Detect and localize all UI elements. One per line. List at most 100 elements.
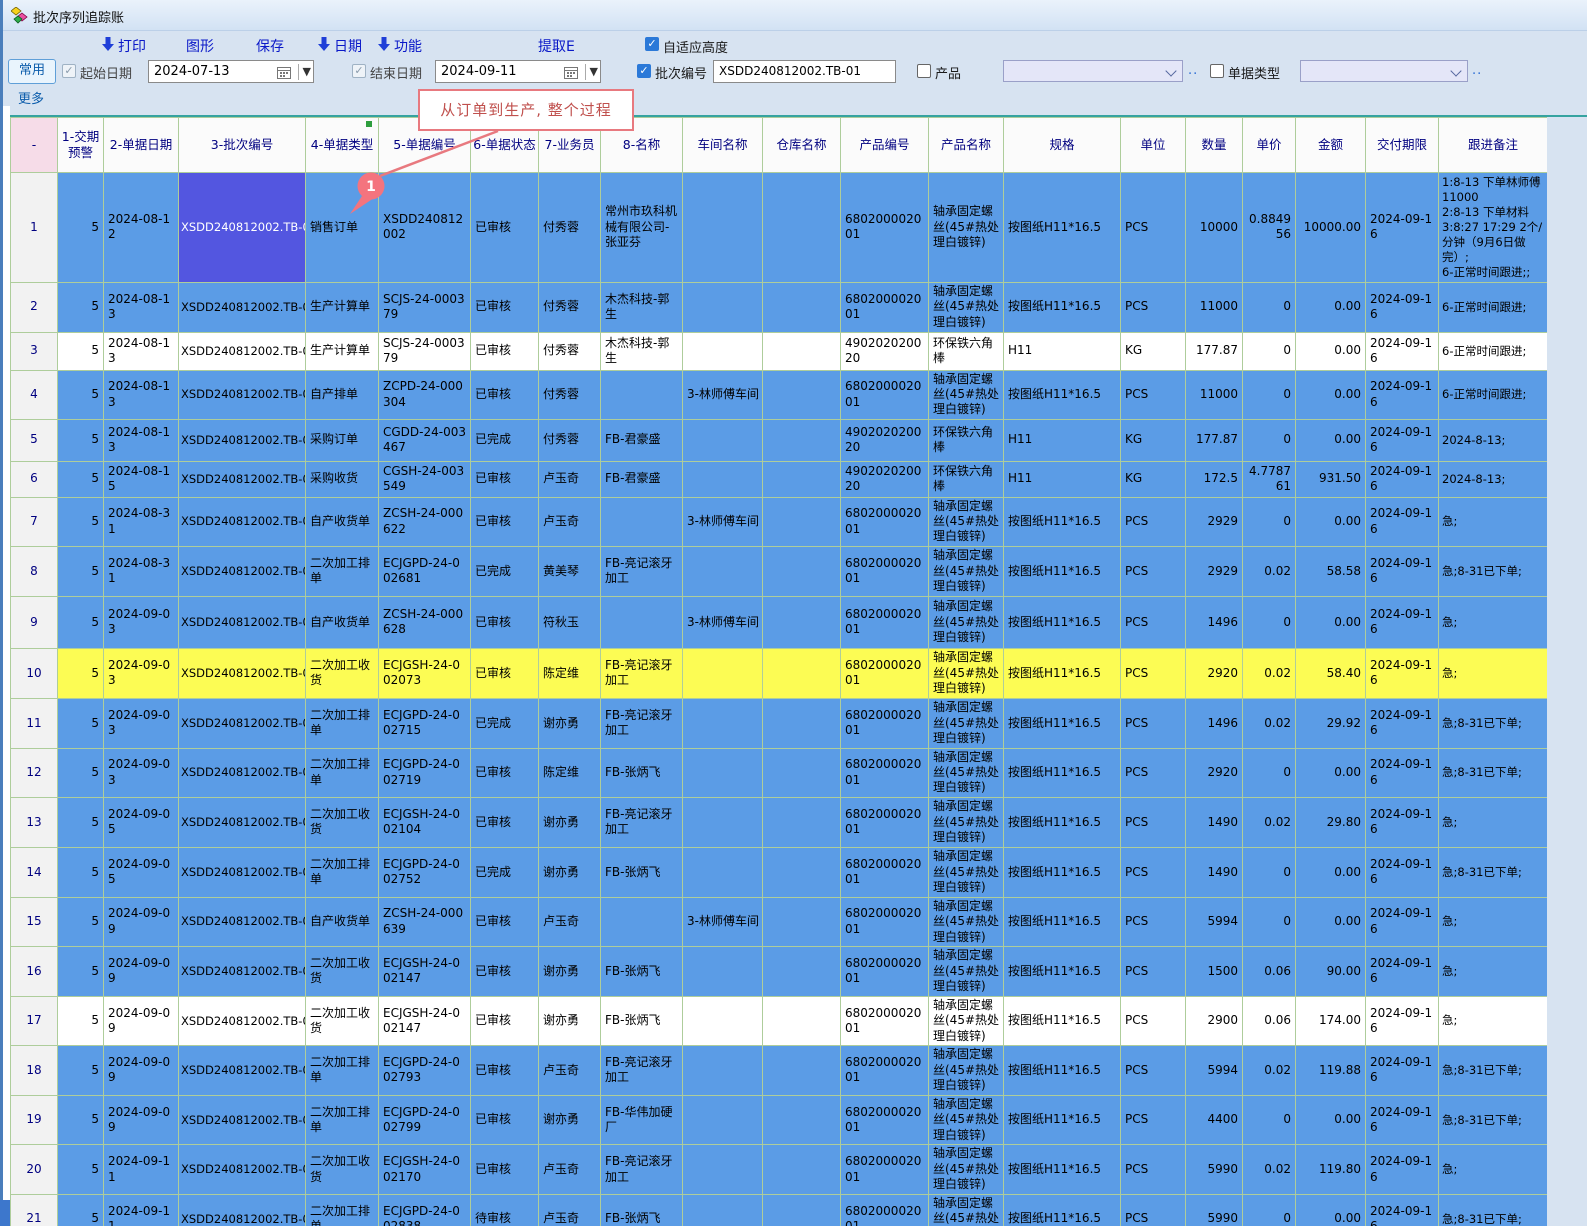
- cell[interactable]: CGSH-24-003549: [379, 461, 471, 497]
- cell[interactable]: [683, 282, 763, 332]
- cell[interactable]: [683, 748, 763, 797]
- cell[interactable]: 2024-09-16: [1366, 282, 1439, 332]
- cell[interactable]: 按图纸H11*16.5: [1004, 1195, 1121, 1226]
- cell[interactable]: XSDD240812002.TB-01: [179, 370, 306, 419]
- doctype-checkbox[interactable]: [1210, 64, 1224, 78]
- cell[interactable]: PCS: [1121, 1145, 1186, 1195]
- cell[interactable]: ECJGPD-24-002799: [379, 1095, 471, 1144]
- cell[interactable]: 按图纸H11*16.5: [1004, 1095, 1121, 1144]
- cell[interactable]: 谢亦勇: [539, 946, 601, 996]
- cell[interactable]: [763, 698, 841, 748]
- cell[interactable]: 2024-08-13: [104, 282, 179, 332]
- cell[interactable]: 0.00: [1296, 596, 1366, 648]
- cell[interactable]: 0.00: [1296, 1095, 1366, 1144]
- cell[interactable]: 二次加工排单: [306, 1095, 379, 1144]
- cell[interactable]: 急;8-31已下单;: [1439, 1095, 1548, 1144]
- cell[interactable]: 2024-8-13;: [1439, 461, 1548, 497]
- cell[interactable]: 轴承固定螺丝(45#热处理白镀锌): [929, 596, 1004, 648]
- cell[interactable]: 二次加工排单: [306, 847, 379, 897]
- cell[interactable]: PCS: [1121, 596, 1186, 648]
- cell[interactable]: 按图纸H11*16.5: [1004, 497, 1121, 546]
- cell[interactable]: PCS: [1121, 497, 1186, 546]
- cell[interactable]: 已审核: [471, 996, 539, 1045]
- cell[interactable]: 急;8-31已下单;: [1439, 748, 1548, 797]
- row-number[interactable]: 19: [11, 1095, 58, 1144]
- cell[interactable]: [763, 748, 841, 797]
- cell[interactable]: 0: [1243, 596, 1296, 648]
- cell[interactable]: 待审核: [471, 1195, 539, 1226]
- cell[interactable]: 5: [58, 698, 104, 748]
- column-header[interactable]: 1-交期预警: [58, 118, 104, 173]
- cell[interactable]: 680200002001: [841, 648, 929, 698]
- cell[interactable]: 1496: [1186, 698, 1243, 748]
- cell[interactable]: 680200002001: [841, 546, 929, 596]
- cell[interactable]: 轴承固定螺丝(45#热处理白镀锌): [929, 1045, 1004, 1095]
- row-number[interactable]: 21: [11, 1195, 58, 1226]
- product-more-dots-link[interactable]: ..: [1188, 63, 1198, 78]
- cell[interactable]: 0: [1243, 282, 1296, 332]
- cell[interactable]: 轴承固定螺丝(45#热处理白镀锌): [929, 546, 1004, 596]
- cell[interactable]: 11000: [1186, 282, 1243, 332]
- cell[interactable]: 0: [1243, 419, 1296, 461]
- cell[interactable]: [683, 461, 763, 497]
- cell[interactable]: 931.50: [1296, 461, 1366, 497]
- cell[interactable]: 2920: [1186, 648, 1243, 698]
- cell[interactable]: [763, 370, 841, 419]
- cell[interactable]: [763, 546, 841, 596]
- cell[interactable]: 轴承固定螺丝(45#热处理白镀锌): [929, 173, 1004, 283]
- scrollbar-corner[interactable]: [0, 1200, 10, 1226]
- cell[interactable]: 0.06: [1243, 996, 1296, 1045]
- cell[interactable]: H11: [1004, 332, 1121, 370]
- cell[interactable]: 二次加工排单: [306, 1195, 379, 1226]
- cell[interactable]: 0: [1243, 370, 1296, 419]
- cell[interactable]: 0: [1243, 897, 1296, 946]
- date-button[interactable]: 日期: [334, 36, 362, 54]
- cell[interactable]: XSDD240812002.TB-01: [179, 797, 306, 847]
- cell[interactable]: FB-亮记滚牙加工: [601, 546, 683, 596]
- cell[interactable]: XSDD240812002.TB-01: [179, 1195, 306, 1226]
- cell[interactable]: 2024-09-11: [104, 1195, 179, 1226]
- column-header[interactable]: 单价: [1243, 118, 1296, 173]
- cell[interactable]: 680200002001: [841, 698, 929, 748]
- cell[interactable]: 付秀蓉: [539, 282, 601, 332]
- cell[interactable]: 5990: [1186, 1195, 1243, 1226]
- cell[interactable]: 490202020020: [841, 332, 929, 370]
- cell[interactable]: [763, 282, 841, 332]
- cell[interactable]: FB-亮记滚牙加工: [601, 698, 683, 748]
- cell[interactable]: XSDD240812002.TB-01: [179, 282, 306, 332]
- product-select[interactable]: [1003, 60, 1183, 82]
- cell[interactable]: 按图纸H11*16.5: [1004, 946, 1121, 996]
- cell[interactable]: 已审核: [471, 173, 539, 283]
- cell[interactable]: 急;: [1439, 897, 1548, 946]
- cell[interactable]: 二次加工收货: [306, 996, 379, 1045]
- cell[interactable]: [763, 1045, 841, 1095]
- cell[interactable]: XSDD240812002.TB-01: [179, 546, 306, 596]
- calendar-icon[interactable]: [564, 65, 578, 86]
- cell[interactable]: 0.00: [1296, 370, 1366, 419]
- cell[interactable]: 2024-09-16: [1366, 173, 1439, 283]
- cell[interactable]: 按图纸H11*16.5: [1004, 797, 1121, 847]
- cell[interactable]: 2024-09-09: [104, 1095, 179, 1144]
- cell[interactable]: 680200002001: [841, 1145, 929, 1195]
- cell[interactable]: 5: [58, 370, 104, 419]
- cell[interactable]: 轴承固定螺丝(45#热处理白镀锌): [929, 1145, 1004, 1195]
- cell[interactable]: PCS: [1121, 1095, 1186, 1144]
- row-number[interactable]: 12: [11, 748, 58, 797]
- cell[interactable]: 采购订单: [306, 419, 379, 461]
- cell[interactable]: 已审核: [471, 897, 539, 946]
- product-checkbox[interactable]: [917, 64, 931, 78]
- cell[interactable]: 已审核: [471, 596, 539, 648]
- cell[interactable]: XSDD240812002.TB-01: [179, 596, 306, 648]
- cell[interactable]: 2024-09-03: [104, 748, 179, 797]
- cell[interactable]: 6-正常时间跟进;: [1439, 370, 1548, 419]
- cell[interactable]: 5: [58, 1195, 104, 1226]
- cell[interactable]: [763, 797, 841, 847]
- cell[interactable]: ZCSH-24-000622: [379, 497, 471, 546]
- cell[interactable]: 按图纸H11*16.5: [1004, 1145, 1121, 1195]
- cell[interactable]: 0.02: [1243, 546, 1296, 596]
- cell[interactable]: 4400: [1186, 1095, 1243, 1144]
- cell[interactable]: 5990: [1186, 1145, 1243, 1195]
- column-header[interactable]: 数量: [1186, 118, 1243, 173]
- cell[interactable]: ZCPD-24-000304: [379, 370, 471, 419]
- cell[interactable]: XSDD240812002.TB-01: [179, 897, 306, 946]
